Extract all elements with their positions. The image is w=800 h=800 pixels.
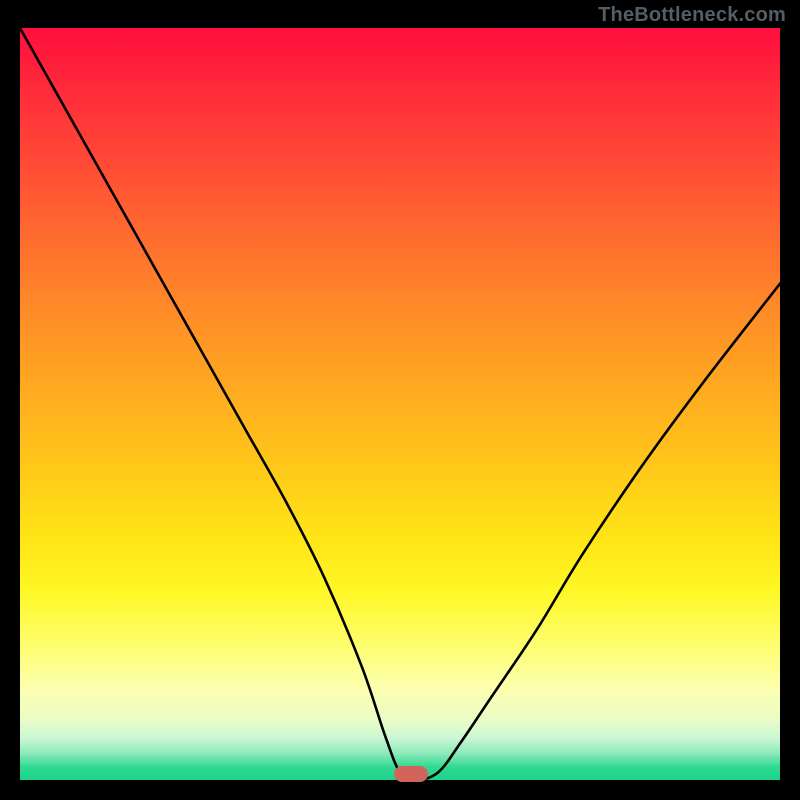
watermark-label: TheBottleneck.com: [598, 4, 786, 27]
bottleneck-curve: [20, 28, 780, 780]
plot-area: [20, 28, 780, 780]
chart-frame: TheBottleneck.com: [0, 0, 800, 800]
curve-svg: [20, 28, 780, 780]
optimal-marker: [394, 766, 428, 782]
